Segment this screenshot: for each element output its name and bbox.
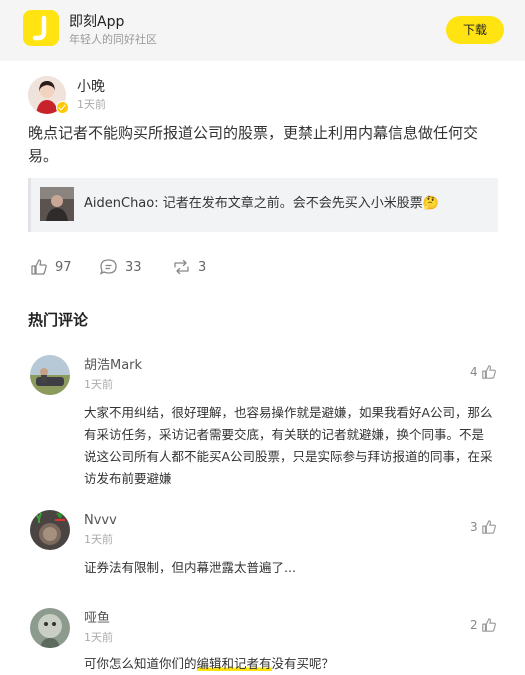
verified-badge-icon	[56, 101, 69, 114]
comment-username[interactable]: Nvvv	[84, 513, 117, 529]
quote-avatar	[40, 187, 74, 221]
comment-like-button[interactable]: 2	[470, 616, 497, 634]
comment-username[interactable]: 哑鱼	[84, 611, 110, 627]
comment-avatar[interactable]	[30, 608, 70, 648]
download-button[interactable]: 下载	[446, 16, 504, 44]
repost-icon	[174, 259, 189, 275]
thumbs-up-icon	[481, 520, 496, 534]
like-button[interactable]: 97	[30, 257, 72, 277]
post-text: 晚点记者不能购买所报道公司的股票，更禁止利用内幕信息做任何交易。	[28, 124, 479, 165]
comment-text: 可你怎么知道你们的编辑和记者有没有买呢？	[84, 653, 494, 675]
thumbs-up-icon	[31, 259, 47, 275]
comment-icon	[99, 259, 117, 275]
comment-like-count: 2	[470, 618, 478, 632]
quoted-post[interactable]: AidenChao: 记者在发布文章之前。会不会先买入小米股票🤔	[28, 178, 498, 232]
highlighted-text: 编辑和记者有	[196, 656, 272, 671]
comment-like-button[interactable]: 4	[470, 363, 497, 381]
post-time: 1天前	[77, 98, 106, 111]
thumbs-up-icon	[481, 618, 496, 632]
hot-comments-title: 热门评论	[28, 311, 89, 329]
comment-time: 1天前	[84, 533, 113, 546]
like-count: 97	[55, 259, 72, 275]
comment-avatar[interactable]	[30, 510, 70, 550]
comment-text-end: 没有买呢？	[271, 656, 335, 671]
comment-like-button[interactable]: 3	[470, 518, 497, 536]
comment-button[interactable]: 33	[99, 257, 142, 277]
thumbs-up-icon	[481, 365, 496, 379]
app-name: 即刻App	[69, 14, 125, 30]
comment-username[interactable]: 胡浩Mark	[84, 358, 142, 374]
comment-avatar[interactable]	[30, 355, 70, 395]
comment-text-start: 可你怎么知道你们的	[84, 656, 197, 671]
comment-text: 证券法有限制，但内幕泄露太普遍了...	[84, 560, 296, 575]
repost-button[interactable]: 3	[172, 257, 206, 277]
repost-count: 3	[198, 259, 207, 275]
comment-time: 1天前	[84, 631, 113, 644]
comment-text: 大家不用纠结，很好理解，也容易操作就是避嫌，如果我看好A公司，那么有采访任务，采…	[84, 405, 493, 486]
comment-time: 1天前	[84, 378, 113, 391]
comment-like-count: 4	[470, 365, 478, 379]
comment-count: 33	[125, 259, 142, 275]
app-logo-icon[interactable]	[23, 10, 59, 46]
quote-text: AidenChao: 记者在发布文章之前。会不会先买入小米股票🤔	[84, 196, 439, 211]
comment-like-count: 3	[470, 520, 478, 534]
download-banner: 即刻App 年轻人的同好社区 下载	[0, 0, 525, 61]
app-slogan: 年轻人的同好社区	[69, 33, 157, 46]
author-name[interactable]: 小晚	[77, 79, 105, 95]
